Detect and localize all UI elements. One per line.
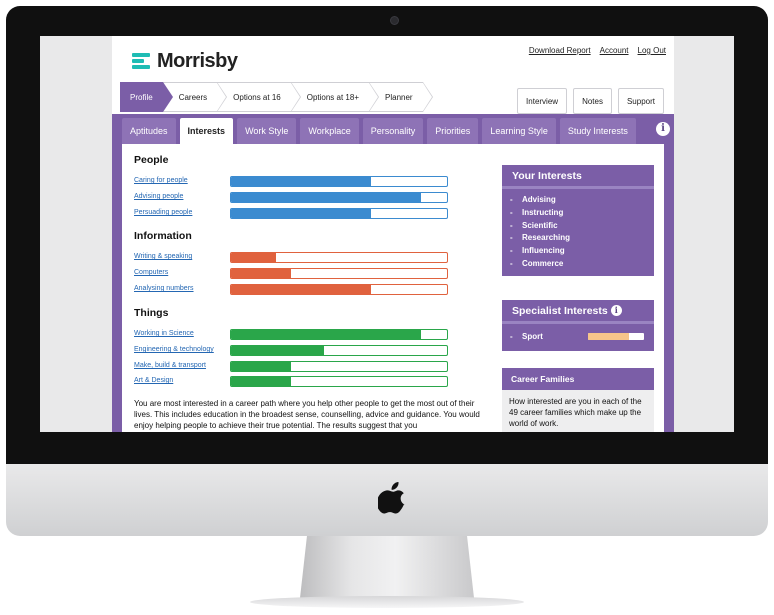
- brand-name: Morrisby: [157, 49, 238, 72]
- interest-link[interactable]: Caring for people: [134, 177, 188, 184]
- step-options-16[interactable]: Options at 16: [217, 82, 301, 112]
- tab-workplace[interactable]: Workplace: [300, 118, 359, 144]
- interest-link[interactable]: Computers: [134, 269, 168, 276]
- support-button[interactable]: Support: [617, 88, 664, 114]
- interest-link[interactable]: Writing & speaking: [134, 253, 192, 260]
- list-item: Influencing: [510, 245, 644, 258]
- group-title-information: Information: [134, 230, 192, 242]
- utility-buttons: Interview Notes Support: [517, 88, 664, 114]
- specialist-interests-panel: Specialist Interests i - Sport: [502, 300, 654, 351]
- camera-icon: [390, 16, 399, 25]
- career-families-title: Career Families: [502, 368, 654, 390]
- career-families-text: How interested are you in each of the 49…: [502, 390, 654, 432]
- group-title-people: People: [134, 154, 169, 166]
- list-item: Instructing: [510, 207, 644, 220]
- interest-row: Advising people: [134, 192, 464, 204]
- interest-link[interactable]: Analysing numbers: [134, 285, 194, 292]
- interest-row: Computers: [134, 268, 464, 280]
- notes-button[interactable]: Notes: [573, 88, 612, 114]
- monitor-stand: [300, 536, 474, 598]
- your-interests-title: Your Interests: [502, 165, 654, 189]
- tab-aptitudes[interactable]: Aptitudes: [122, 118, 176, 144]
- your-interests-panel: Your Interests Advising Instructing Scie…: [502, 165, 654, 276]
- interest-bar: [230, 252, 448, 263]
- top-links: Download Report Account Log Out: [529, 46, 666, 55]
- interest-row: Art & Design: [134, 376, 464, 388]
- list-item: Scientific: [510, 220, 644, 233]
- step-options-18[interactable]: Options at 18+: [290, 82, 380, 112]
- interest-link[interactable]: Persuading people: [134, 209, 192, 216]
- tab-study-interests[interactable]: Study Interests: [559, 118, 636, 144]
- interest-row: Writing & speaking: [134, 252, 464, 264]
- interests-summary: You are most interested in a career path…: [134, 399, 480, 430]
- interest-row: Caring for people: [134, 176, 464, 188]
- account-link[interactable]: Account: [600, 46, 629, 55]
- monitor-base: [250, 596, 524, 608]
- interest-row: Persuading people: [134, 208, 464, 220]
- interest-row: Working in Science: [134, 329, 464, 341]
- tab-work-style[interactable]: Work Style: [237, 118, 297, 144]
- interest-bar: [230, 268, 448, 279]
- list-item: Researching: [510, 232, 644, 245]
- info-icon[interactable]: i: [656, 122, 670, 136]
- list-item: Advising: [510, 194, 644, 207]
- specialist-info-icon[interactable]: i: [610, 305, 622, 316]
- interest-link[interactable]: Working in Science: [134, 330, 194, 337]
- interest-bar: [230, 329, 448, 340]
- interest-link[interactable]: Engineering & technology: [134, 346, 214, 353]
- specialist-label: Sport: [522, 332, 543, 341]
- interview-button[interactable]: Interview: [517, 88, 568, 114]
- specialist-interests-header: Specialist Interests i: [502, 300, 654, 324]
- section-tabs: Aptitudes Interests Work Style Workplace…: [122, 118, 636, 144]
- step-nav: Profile Careers Options at 16 Options at…: [120, 82, 433, 112]
- interest-bar: [230, 192, 448, 203]
- list-item: Commerce: [510, 258, 644, 271]
- tab-personality[interactable]: Personality: [362, 118, 424, 144]
- brand-logo[interactable]: Morrisby: [132, 49, 238, 72]
- dash-marker: -: [510, 332, 513, 341]
- interest-link[interactable]: Art & Design: [134, 377, 173, 384]
- tab-interests[interactable]: Interests: [179, 118, 234, 144]
- interest-bar: [230, 361, 448, 372]
- your-interests-list: Advising Instructing Scientific Research…: [502, 189, 654, 276]
- download-report-link[interactable]: Download Report: [529, 46, 591, 55]
- interest-row: Engineering & technology: [134, 345, 464, 357]
- interests-content: People Caring for people Advising people…: [122, 144, 664, 432]
- interest-bar: [230, 284, 448, 295]
- step-profile[interactable]: Profile: [120, 82, 173, 112]
- interest-link[interactable]: Make, build & transport: [134, 362, 206, 369]
- report-page: Morrisby Download Report Account Log Out…: [112, 36, 674, 432]
- interest-row: Make, build & transport: [134, 361, 464, 373]
- interest-bar: [230, 345, 448, 356]
- log-out-link[interactable]: Log Out: [638, 46, 666, 55]
- interest-bar: [230, 208, 448, 219]
- tab-learning-style[interactable]: Learning Style: [482, 118, 556, 144]
- interest-bar: [230, 176, 448, 187]
- interest-bar: [230, 376, 448, 387]
- apple-logo-icon: [378, 482, 405, 514]
- screen: Morrisby Download Report Account Log Out…: [40, 36, 734, 432]
- specialist-interests-title: Specialist Interests: [512, 304, 608, 317]
- morrisby-logo-icon: [132, 53, 152, 69]
- group-title-things: Things: [134, 307, 169, 319]
- interest-row: Analysing numbers: [134, 284, 464, 296]
- interest-link[interactable]: Advising people: [134, 193, 183, 200]
- specialist-row: - Sport: [502, 324, 654, 351]
- tab-priorities[interactable]: Priorities: [427, 118, 479, 144]
- specialist-bar: [587, 333, 644, 340]
